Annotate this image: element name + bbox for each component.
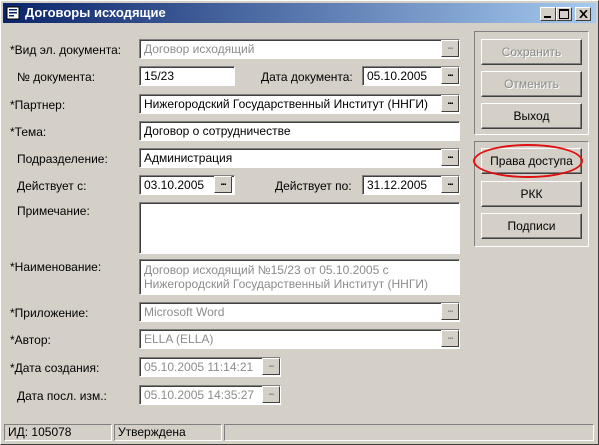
status-empty-panel xyxy=(224,424,594,441)
maximize-button[interactable] xyxy=(556,7,572,21)
created-picker-button: ... xyxy=(262,358,280,375)
status-state: Утверждена xyxy=(114,424,222,441)
close-icon xyxy=(579,10,588,18)
author-browse-button: ... xyxy=(441,330,459,347)
author-field: ELLA (ELLA) xyxy=(139,329,460,349)
note-field[interactable] xyxy=(139,202,460,254)
highlight-ellipse xyxy=(473,144,583,178)
subject-label: *Тема: xyxy=(10,125,47,139)
doc-date-label: Дата документа: xyxy=(261,70,353,84)
author-label: *Автор: xyxy=(10,333,51,347)
note-label: Примечание: xyxy=(17,204,90,218)
attachment-label: *Приложение: xyxy=(10,306,89,320)
cancel-button[interactable]: Отменить xyxy=(481,71,582,97)
name-label: *Наименование: xyxy=(10,260,102,274)
created-label: *Дата создания: xyxy=(10,361,100,375)
partner-label: *Партнер: xyxy=(10,98,66,112)
signatures-button[interactable]: Подписи xyxy=(481,213,582,239)
document-window: Договоры исходящие *Вид эл. документа: Д… xyxy=(0,0,599,445)
attachment-field: Microsoft Word xyxy=(139,302,460,322)
window-title: Договоры исходящие xyxy=(25,5,166,20)
department-field[interactable]: Администрация xyxy=(139,148,460,168)
subject-field[interactable]: Договор о сотрудничестве xyxy=(139,121,460,141)
maximize-icon xyxy=(559,9,569,19)
doc-type-browse-button: ... xyxy=(441,40,459,57)
modified-label: Дата посл. изм.: xyxy=(17,389,107,403)
minimize-icon xyxy=(544,16,551,18)
doc-type-label: *Вид эл. документа: xyxy=(10,43,122,57)
status-id: ИД: 105078 xyxy=(4,424,112,441)
valid-from-label: Действует с: xyxy=(17,179,87,193)
partner-field[interactable]: Нижегородский Государственный Институт (… xyxy=(139,94,460,114)
save-button[interactable]: Сохранить xyxy=(481,39,582,65)
app-icon xyxy=(6,6,20,20)
valid-from-picker-button[interactable]: ... xyxy=(214,176,232,193)
rkk-button[interactable]: РКК xyxy=(481,181,582,207)
doc-number-label: № документа: xyxy=(17,70,96,84)
doc-type-field: Договор исходящий xyxy=(139,39,460,59)
modified-picker-button: ... xyxy=(262,386,280,403)
created-field: 05.10.2005 11:14:21 xyxy=(139,357,281,377)
department-label: Подразделение: xyxy=(17,152,108,166)
title-bar[interactable]: Договоры исходящие xyxy=(3,3,596,23)
department-browse-button[interactable]: ... xyxy=(441,149,459,166)
valid-to-picker-button[interactable]: ... xyxy=(441,176,459,193)
close-button[interactable] xyxy=(575,7,591,21)
modified-field: 05.10.2005 14:35:27 xyxy=(139,385,281,405)
doc-number-field[interactable]: 15/23 xyxy=(139,66,235,86)
partner-browse-button[interactable]: ... xyxy=(441,95,459,112)
exit-button[interactable]: Выход xyxy=(481,103,582,129)
name-field: Договор исходящий №15/23 от 05.10.2005 с… xyxy=(139,259,460,295)
doc-date-picker-button[interactable]: ... xyxy=(441,67,459,84)
attachment-browse-button: ... xyxy=(441,303,459,320)
valid-to-label: Действует по: xyxy=(275,179,352,193)
minimize-button[interactable] xyxy=(540,7,556,21)
